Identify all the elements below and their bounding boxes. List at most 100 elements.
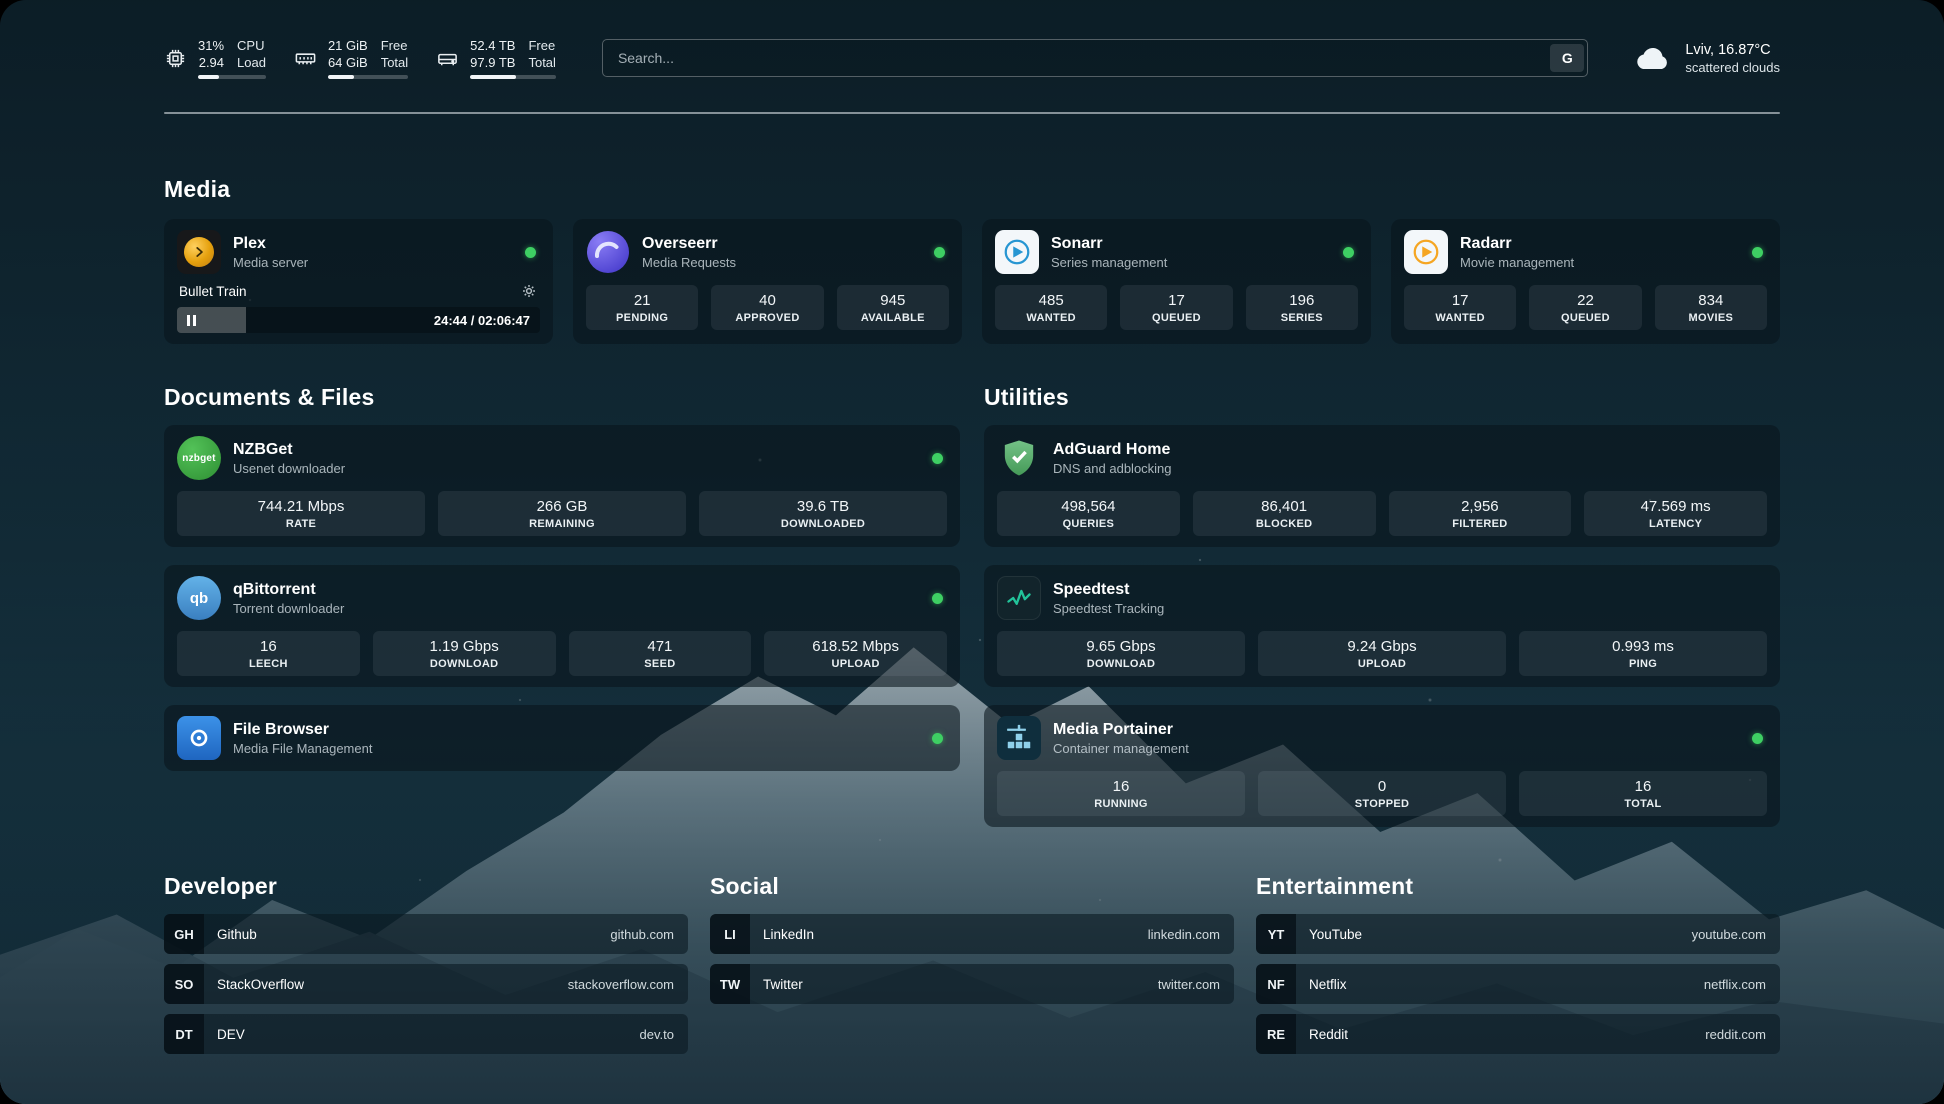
card-overseerr[interactable]: Overseerr Media Requests 21 PENDING 40 A… <box>573 219 962 344</box>
stat-available: 945 AVAILABLE <box>837 285 949 330</box>
stat-filtered: 2,956 FILTERED <box>1389 491 1572 536</box>
bookmark-url: stackoverflow.com <box>568 977 674 992</box>
app-name: Sonarr <box>1051 234 1167 254</box>
disk-metric-body: 52.4 TB 97.9 TB Free Total <box>470 38 556 79</box>
stat-downloaded: 39.6 TB DOWNLOADED <box>699 491 947 536</box>
ram-free-value: 21 GiB <box>328 38 368 54</box>
app-subtitle: Torrent downloader <box>233 600 344 617</box>
bookmark-name: StackOverflow <box>217 977 304 992</box>
app-name: Plex <box>233 234 308 254</box>
disk-icon <box>436 47 459 70</box>
app-name: Radarr <box>1460 234 1574 254</box>
bookmark-url: github.com <box>610 927 674 942</box>
stackoverflow-icon: SO <box>164 964 204 1004</box>
card-sonarr[interactable]: Sonarr Series management 485 WANTED 17 Q… <box>982 219 1371 344</box>
qbittorrent-icon: qb <box>177 576 221 620</box>
pause-icon[interactable] <box>187 315 196 326</box>
stat-approved: 40 APPROVED <box>711 285 823 330</box>
stat-download: 9.65 Gbps DOWNLOAD <box>997 631 1245 676</box>
stat-remaining: 266 GB REMAINING <box>438 491 686 536</box>
disk-progress-bar <box>470 75 556 79</box>
system-metrics: 31% 2.94 CPU Load <box>164 38 556 79</box>
bookmark-name: DEV <box>217 1027 245 1042</box>
plex-seek-bar[interactable]: 24:44 / 02:06:47 <box>177 307 540 333</box>
card-plex[interactable]: Plex Media server Bullet Train <box>164 219 553 344</box>
bookmark-url: dev.to <box>640 1027 674 1042</box>
section-title-social: Social <box>710 873 1234 900</box>
stat-rate: 744.21 Mbps RATE <box>177 491 425 536</box>
cloud-icon <box>1634 44 1672 72</box>
app-name: File Browser <box>233 720 372 740</box>
bookmark-stackoverflow[interactable]: SO StackOverflow stackoverflow.com <box>164 964 688 1004</box>
app-subtitle: Media Requests <box>642 254 736 271</box>
github-icon: GH <box>164 914 204 954</box>
cpu-load-value: 2.94 <box>199 55 224 71</box>
card-radarr[interactable]: Radarr Movie management 17 WANTED 22 QUE… <box>1391 219 1780 344</box>
ram-metric: 21 GiB 64 GiB Free Total <box>294 38 408 79</box>
card-nzbget[interactable]: nzbget NZBGet Usenet downloader 744.21 M… <box>164 425 960 547</box>
search-engine-button[interactable]: G <box>1550 44 1584 72</box>
app-name: AdGuard Home <box>1053 440 1172 460</box>
overseerr-icon <box>586 230 630 274</box>
app-subtitle: Speedtest Tracking <box>1053 600 1164 617</box>
bookmark-name: YouTube <box>1309 927 1362 942</box>
middle-columns: Documents & Files nzbget NZBGet Usenet d… <box>164 384 1780 827</box>
bookmark-twitter[interactable]: TW Twitter twitter.com <box>710 964 1234 1004</box>
stat-blocked: 86,401 BLOCKED <box>1193 491 1376 536</box>
ram-progress-fill <box>328 75 354 79</box>
status-online-dot <box>525 247 536 258</box>
cpu-progress-fill <box>198 75 219 79</box>
cpu-progress-bar <box>198 75 266 79</box>
developer-column: Developer GH Github github.com SO StackO… <box>164 873 688 1064</box>
stat-ping: 0.993 ms PING <box>1519 631 1767 676</box>
bookmark-dev[interactable]: DT DEV dev.to <box>164 1014 688 1054</box>
status-online-dot <box>1752 247 1763 258</box>
app-subtitle: Media File Management <box>233 740 372 757</box>
bookmark-github[interactable]: GH Github github.com <box>164 914 688 954</box>
bookmark-url: twitter.com <box>1158 977 1220 992</box>
sonarr-icon <box>995 230 1039 274</box>
weather-widget[interactable]: Lviv, 16.87°C scattered clouds <box>1634 41 1780 76</box>
card-filebrowser[interactable]: File Browser Media File Management <box>164 705 960 771</box>
stat-download: 1.19 Gbps DOWNLOAD <box>373 631 556 676</box>
ram-icon <box>294 47 317 70</box>
bookmark-reddit[interactable]: RE Reddit reddit.com <box>1256 1014 1780 1054</box>
dev-icon: DT <box>164 1014 204 1054</box>
top-bar: 31% 2.94 CPU Load <box>164 26 1780 90</box>
bookmark-name: LinkedIn <box>763 927 814 942</box>
card-speedtest[interactable]: Speedtest Speedtest Tracking 9.65 Gbps D… <box>984 565 1780 687</box>
app-name: qBittorrent <box>233 580 344 600</box>
disk-total-label: Total <box>528 55 555 71</box>
search-input[interactable] <box>606 43 1550 73</box>
stat-wanted: 17 WANTED <box>1404 285 1516 330</box>
reddit-icon: RE <box>1256 1014 1296 1054</box>
card-portainer[interactable]: Media Portainer Container management 16 … <box>984 705 1780 827</box>
status-online-dot <box>934 247 945 258</box>
dashboard: 31% 2.94 CPU Load <box>0 0 1944 1104</box>
status-online-dot <box>1752 733 1763 744</box>
cpu-metric-body: 31% 2.94 CPU Load <box>198 38 266 79</box>
ram-metric-body: 21 GiB 64 GiB Free Total <box>328 38 408 79</box>
section-title-utilities: Utilities <box>984 384 1780 411</box>
utilities-column: Utilities <box>984 384 1780 827</box>
section-title-entertainment: Entertainment <box>1256 873 1780 900</box>
gear-icon[interactable] <box>520 282 538 300</box>
ram-progress-bar <box>328 75 408 79</box>
cpu-load-label: Load <box>237 55 266 71</box>
card-qbittorrent[interactable]: qb qBittorrent Torrent downloader 16 LEE… <box>164 565 960 687</box>
bookmark-youtube[interactable]: YT YouTube youtube.com <box>1256 914 1780 954</box>
bookmark-url: youtube.com <box>1692 927 1766 942</box>
cpu-icon <box>164 47 187 70</box>
stat-pending: 21 PENDING <box>586 285 698 330</box>
weather-location: Lviv, 16.87°C <box>1685 41 1780 59</box>
bookmark-netflix[interactable]: NF Netflix netflix.com <box>1256 964 1780 1004</box>
bookmark-linkedin[interactable]: LI LinkedIn linkedin.com <box>710 914 1234 954</box>
search-bar[interactable]: G <box>602 39 1588 77</box>
nzbget-icon: nzbget <box>177 436 221 480</box>
header-divider <box>164 112 1780 114</box>
bookmark-url: netflix.com <box>1704 977 1766 992</box>
radarr-icon <box>1404 230 1448 274</box>
card-adguard[interactable]: AdGuard Home DNS and adblocking 498,564 … <box>984 425 1780 547</box>
filebrowser-icon <box>177 716 221 760</box>
linkedin-icon: LI <box>710 914 750 954</box>
